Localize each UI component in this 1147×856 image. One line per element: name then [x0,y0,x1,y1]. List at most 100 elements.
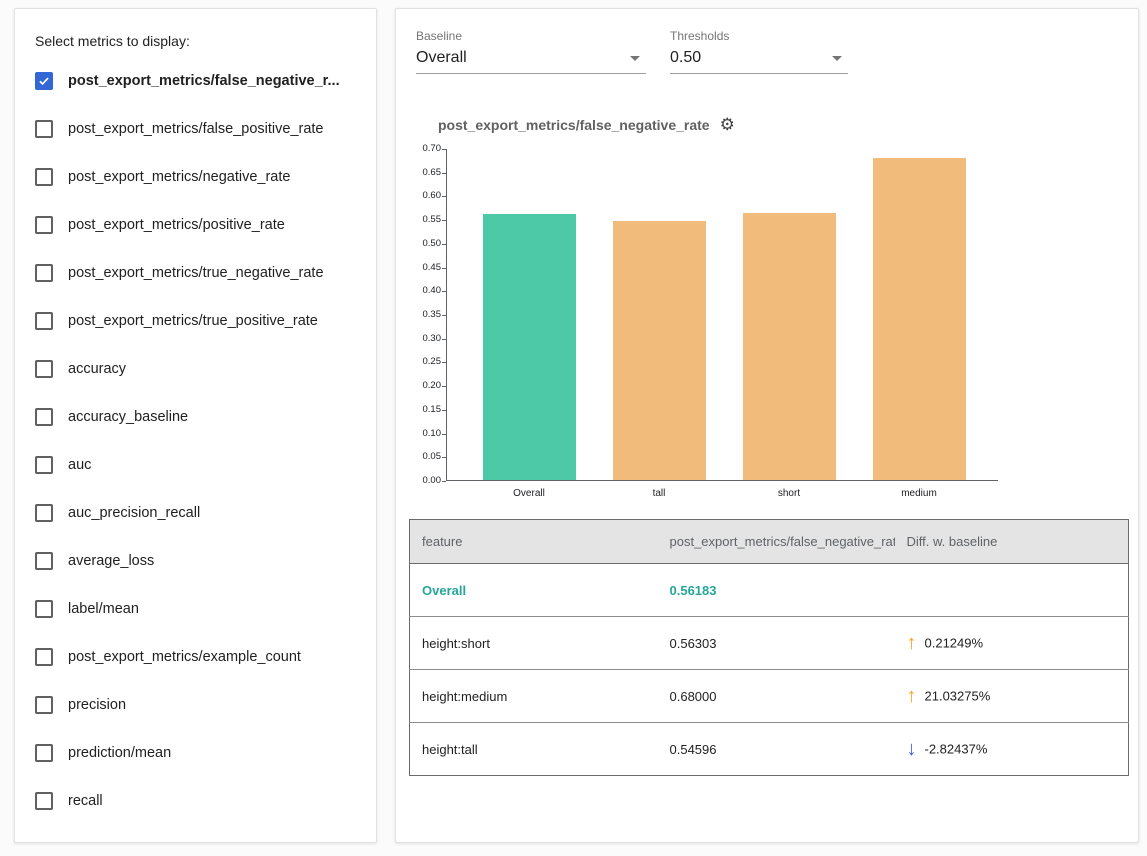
metric-list-item[interactable]: post_export_metrics/false_positive_rate [35,105,356,153]
table-header-row: feature post_export_metrics/false_negati… [410,520,1129,564]
thresholds-label: Thresholds [670,29,848,43]
metric-label: precision [68,697,126,713]
y-axis-tick-mark [442,410,446,411]
metric-list-item[interactable]: average_loss [35,537,356,585]
thresholds-dropdown[interactable]: 0.50 [670,47,848,74]
metric-list-item[interactable]: post_export_metrics/negative_rate [35,153,356,201]
settings-gear-icon[interactable]: ⚙ [720,116,735,133]
metrics-table: feature post_export_metrics/false_negati… [409,519,1129,776]
metric-list-item[interactable]: auc_precision_recall [35,489,356,537]
metric-list-item[interactable]: accuracy_baseline [35,393,356,441]
metric-list-item[interactable]: label/mean [35,585,356,633]
metric-value-cell: 0.56183 [658,564,895,617]
y-axis-tick-label: 0.45 [416,263,441,273]
column-header-feature: feature [410,520,658,564]
metric-list-item[interactable]: post_export_metrics/positive_rate [35,201,356,249]
metric-label: prediction/mean [68,745,171,761]
metric-label: average_loss [68,553,154,569]
table-row: height:medium0.68000↑21.03275% [410,670,1129,723]
checkbox-unchecked-icon[interactable] [35,120,53,138]
metric-label: auc_precision_recall [68,505,200,521]
thresholds-control: Thresholds 0.50 [670,29,848,74]
column-header-metric: post_export_metrics/false_negative_rat..… [658,520,895,564]
y-axis-tick-mark [442,196,446,197]
metric-label: post_export_metrics/false_positive_rate [68,121,324,137]
y-axis-tick-mark [442,220,446,221]
y-axis-tick-mark [442,457,446,458]
y-axis-tick-label: 0.35 [416,310,441,320]
checkbox-unchecked-icon[interactable] [35,552,53,570]
y-axis-tick-mark [442,149,446,150]
chart-y-axis: 0.000.050.100.150.200.250.300.350.400.45… [416,149,441,481]
metric-list-item[interactable]: post_export_metrics/true_negative_rate [35,249,356,297]
metric-list-item[interactable]: accuracy [35,345,356,393]
checkbox-unchecked-icon[interactable] [35,216,53,234]
metric-list-item[interactable]: prediction/mean [35,729,356,777]
chart-header: post_export_metrics/false_negative_rate … [438,116,1118,133]
chart-bar[interactable] [483,214,576,480]
chart-bar[interactable] [613,221,706,480]
metric-list-item[interactable]: recall [35,777,356,825]
y-axis-tick-label: 0.70 [416,144,441,154]
checkbox-unchecked-icon[interactable] [35,696,53,714]
diff-value: -2.82437% [925,742,988,757]
checkbox-unchecked-icon[interactable] [35,744,53,762]
checkbox-unchecked-icon[interactable] [35,264,53,282]
chevron-down-icon [630,56,640,61]
x-axis-tick-label: Overall [464,488,594,499]
controls-row: Baseline Overall Thresholds 0.50 [416,29,1118,74]
metric-list-item[interactable]: auc [35,441,356,489]
up-arrow-icon: ↑ [907,632,917,654]
y-axis-tick-label: 0.25 [416,357,441,367]
y-axis-tick-mark [442,173,446,174]
y-axis-tick-mark [442,268,446,269]
chart-title: post_export_metrics/false_negative_rate [438,117,710,133]
checkbox-unchecked-icon[interactable] [35,504,53,522]
metric-list-item[interactable]: post_export_metrics/false_negative_r... [35,57,356,105]
diff-value: 21.03275% [925,689,991,704]
metric-list-item[interactable]: post_export_metrics/true_positive_rate [35,297,356,345]
baseline-label: Baseline [416,29,646,43]
y-axis-tick-label: 0.10 [416,429,441,439]
checkbox-unchecked-icon[interactable] [35,360,53,378]
metric-list-item[interactable]: precision [35,681,356,729]
y-axis-tick-label: 0.50 [416,239,441,249]
diff-cell: ↑21.03275% [895,670,1129,723]
diff-cell: ↑0.21249% [895,617,1129,670]
metric-selector-panel: Select metrics to display: post_export_m… [14,8,377,843]
checkbox-unchecked-icon[interactable] [35,408,53,426]
y-axis-tick-label: 0.15 [416,405,441,415]
chart-plot-area: Overalltallshortmedium [446,149,998,481]
table-row: Overall0.56183 [410,564,1129,617]
checkbox-unchecked-icon[interactable] [35,648,53,666]
checkbox-checked-icon[interactable] [35,72,53,90]
metric-label: auc [68,457,91,473]
metric-label: post_export_metrics/positive_rate [68,217,285,233]
table-row: height:tall0.54596↓-2.82437% [410,723,1129,776]
column-header-diff: Diff. w. baseline [895,520,1129,564]
checkbox-unchecked-icon[interactable] [35,792,53,810]
metric-value-cell: 0.68000 [658,670,895,723]
baseline-dropdown[interactable]: Overall [416,47,646,74]
diff-cell [895,564,1129,617]
y-axis-tick-label: 0.00 [416,476,441,486]
y-axis-tick-mark [442,315,446,316]
y-axis-tick-mark [442,339,446,340]
metric-label: post_export_metrics/example_count [68,649,301,665]
metric-value-cell: 0.54596 [658,723,895,776]
y-axis-tick-label: 0.05 [416,452,441,462]
metric-list-item[interactable]: post_export_metrics/example_count [35,633,356,681]
metrics-list: post_export_metrics/false_negative_r...p… [35,57,356,825]
metric-label: label/mean [68,601,139,617]
y-axis-tick-mark [442,481,446,482]
checkbox-unchecked-icon[interactable] [35,456,53,474]
chart-bar[interactable] [743,213,836,480]
checkbox-unchecked-icon[interactable] [35,168,53,186]
checkbox-unchecked-icon[interactable] [35,600,53,618]
chart-bar[interactable] [873,158,966,481]
y-axis-tick-label: 0.65 [416,168,441,178]
y-axis-tick-label: 0.20 [416,381,441,391]
chevron-down-icon [832,56,842,61]
checkbox-unchecked-icon[interactable] [35,312,53,330]
x-axis-tick-label: medium [854,488,984,499]
